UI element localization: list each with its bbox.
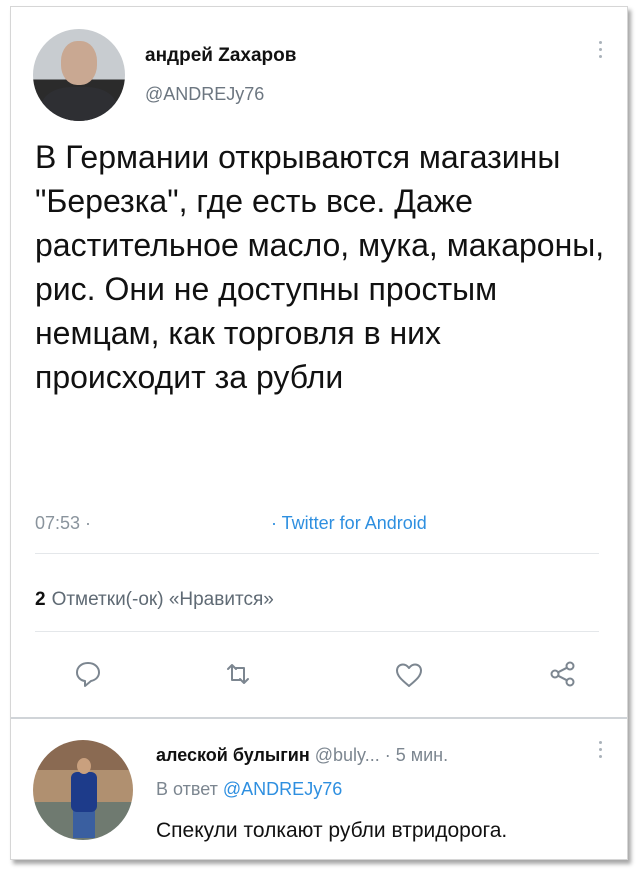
author-handle[interactable]: @ANDREJy76 — [145, 84, 264, 105]
avatar-legs-shape — [73, 810, 95, 838]
reply-time: · 5 мин. — [384, 745, 449, 765]
tweet-time[interactable]: 07:53 · — [35, 513, 91, 533]
reply-to-mention[interactable]: @ANDREJy76 — [223, 779, 342, 799]
divider — [35, 631, 599, 632]
section-divider — [11, 717, 627, 719]
retweet-icon[interactable] — [223, 659, 253, 689]
reply-author-name: алеской булыгин — [156, 745, 310, 765]
avatar-body-shape — [41, 87, 117, 121]
more-options-icon[interactable] — [599, 41, 602, 59]
more-options-icon[interactable] — [599, 741, 602, 759]
tweet-source-link[interactable]: · Twitter for Android — [271, 513, 427, 534]
author-avatar[interactable] — [33, 29, 125, 121]
reply-icon[interactable] — [73, 659, 103, 689]
like-icon[interactable] — [394, 660, 424, 690]
reply-author-avatar[interactable] — [33, 740, 133, 840]
likes-summary[interactable]: 2 Отметки(-ок) «Нравится» — [35, 589, 274, 611]
share-icon[interactable] — [548, 659, 578, 689]
avatar-body-shape — [71, 772, 97, 812]
reply-author-handle: @buly... — [314, 745, 380, 765]
divider — [35, 553, 599, 554]
reply-to-prefix: В ответ — [156, 779, 218, 799]
likes-label: Отметки(-ок) «Нравится» — [51, 589, 274, 610]
tweet-screenshot-frame: андрей Zахаров @ANDREJy76 В Германии отк… — [10, 6, 628, 860]
avatar-head-shape — [61, 41, 97, 85]
tweet-text: В Германии открываются магазины "Березка… — [35, 139, 605, 395]
avatar-head-shape — [77, 758, 91, 774]
reply-to-line: В ответ @ANDREJy76 — [156, 779, 342, 800]
tweet-meta: 07:53 · · Twitter for Android — [35, 513, 595, 534]
likes-count: 2 — [35, 589, 46, 610]
reply-header[interactable]: алеской булыгин @buly... · 5 мин. — [156, 745, 448, 766]
reply-text: Спекули толкают рубли втридорога. — [156, 819, 508, 842]
author-name[interactable]: андрей Zахаров — [145, 45, 296, 67]
